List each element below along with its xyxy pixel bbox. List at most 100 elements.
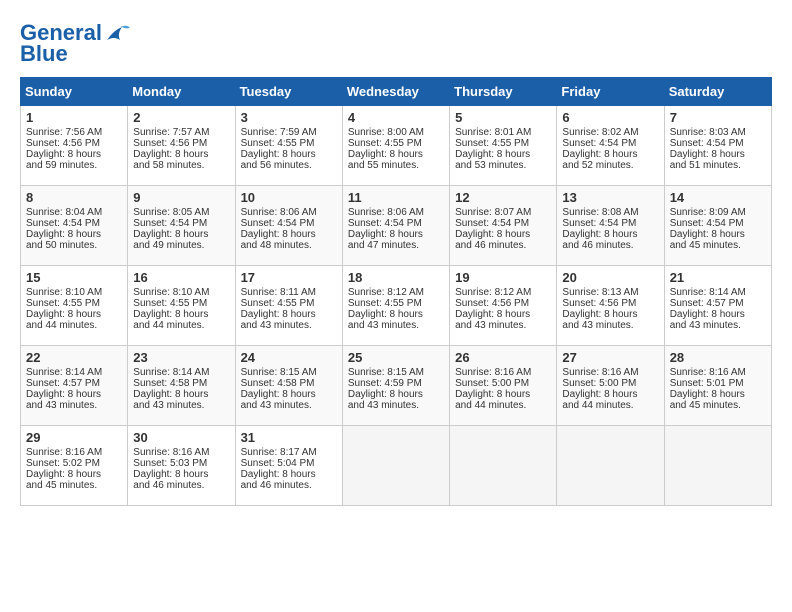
day-info: and 43 minutes. bbox=[26, 400, 122, 411]
day-info: Daylight: 8 hours bbox=[562, 229, 658, 240]
day-info: Sunset: 4:54 PM bbox=[348, 218, 444, 229]
calendar-cell bbox=[557, 426, 664, 506]
day-info: Daylight: 8 hours bbox=[26, 469, 122, 480]
day-info: Daylight: 8 hours bbox=[133, 309, 229, 320]
day-info: Daylight: 8 hours bbox=[562, 389, 658, 400]
day-info: Sunrise: 8:09 AM bbox=[670, 207, 766, 218]
day-info: and 46 minutes. bbox=[133, 480, 229, 491]
day-info: Daylight: 8 hours bbox=[670, 229, 766, 240]
logo: General Blue bbox=[20, 20, 132, 67]
day-number: 3 bbox=[241, 110, 337, 125]
calendar-cell: 22Sunrise: 8:14 AMSunset: 4:57 PMDayligh… bbox=[21, 346, 128, 426]
day-info: and 46 minutes. bbox=[241, 480, 337, 491]
day-number: 26 bbox=[455, 350, 551, 365]
day-info: Sunrise: 8:14 AM bbox=[26, 367, 122, 378]
day-info: and 44 minutes. bbox=[26, 320, 122, 331]
day-info: Sunrise: 7:59 AM bbox=[241, 127, 337, 138]
calendar-cell: 10Sunrise: 8:06 AMSunset: 4:54 PMDayligh… bbox=[235, 186, 342, 266]
calendar-cell: 30Sunrise: 8:16 AMSunset: 5:03 PMDayligh… bbox=[128, 426, 235, 506]
day-number: 2 bbox=[133, 110, 229, 125]
calendar-cell: 13Sunrise: 8:08 AMSunset: 4:54 PMDayligh… bbox=[557, 186, 664, 266]
calendar-cell bbox=[342, 426, 449, 506]
day-info: and 58 minutes. bbox=[133, 160, 229, 171]
day-info: Daylight: 8 hours bbox=[455, 229, 551, 240]
day-info: Sunset: 4:56 PM bbox=[455, 298, 551, 309]
day-info: Sunrise: 8:15 AM bbox=[241, 367, 337, 378]
day-number: 29 bbox=[26, 430, 122, 445]
day-info: Sunset: 4:55 PM bbox=[241, 298, 337, 309]
day-info: and 55 minutes. bbox=[348, 160, 444, 171]
day-number: 22 bbox=[26, 350, 122, 365]
calendar-cell: 29Sunrise: 8:16 AMSunset: 5:02 PMDayligh… bbox=[21, 426, 128, 506]
day-info: Sunset: 4:57 PM bbox=[670, 298, 766, 309]
day-info: Sunset: 4:54 PM bbox=[241, 218, 337, 229]
calendar-cell: 8Sunrise: 8:04 AMSunset: 4:54 PMDaylight… bbox=[21, 186, 128, 266]
calendar-week-3: 15Sunrise: 8:10 AMSunset: 4:55 PMDayligh… bbox=[21, 266, 772, 346]
day-info: Sunset: 4:59 PM bbox=[348, 378, 444, 389]
day-number: 25 bbox=[348, 350, 444, 365]
day-info: Sunset: 4:55 PM bbox=[241, 138, 337, 149]
day-info: Daylight: 8 hours bbox=[670, 309, 766, 320]
calendar-week-2: 8Sunrise: 8:04 AMSunset: 4:54 PMDaylight… bbox=[21, 186, 772, 266]
day-info: and 46 minutes. bbox=[455, 240, 551, 251]
day-info: Sunrise: 8:14 AM bbox=[133, 367, 229, 378]
calendar-cell: 16Sunrise: 8:10 AMSunset: 4:55 PMDayligh… bbox=[128, 266, 235, 346]
day-info: Sunrise: 8:07 AM bbox=[455, 207, 551, 218]
day-info: Sunrise: 8:02 AM bbox=[562, 127, 658, 138]
calendar-week-1: 1Sunrise: 7:56 AMSunset: 4:56 PMDaylight… bbox=[21, 106, 772, 186]
day-info: and 50 minutes. bbox=[26, 240, 122, 251]
day-info: and 45 minutes. bbox=[26, 480, 122, 491]
calendar-cell: 14Sunrise: 8:09 AMSunset: 4:54 PMDayligh… bbox=[664, 186, 771, 266]
day-info: Sunrise: 8:15 AM bbox=[348, 367, 444, 378]
weekday-friday: Friday bbox=[557, 78, 664, 106]
day-info: and 46 minutes. bbox=[562, 240, 658, 251]
calendar-cell: 4Sunrise: 8:00 AMSunset: 4:55 PMDaylight… bbox=[342, 106, 449, 186]
calendar-cell: 21Sunrise: 8:14 AMSunset: 4:57 PMDayligh… bbox=[664, 266, 771, 346]
day-info: and 51 minutes. bbox=[670, 160, 766, 171]
day-info: Daylight: 8 hours bbox=[455, 389, 551, 400]
day-info: Sunrise: 8:06 AM bbox=[348, 207, 444, 218]
day-info: Sunrise: 8:00 AM bbox=[348, 127, 444, 138]
day-info: Daylight: 8 hours bbox=[26, 309, 122, 320]
day-info: Daylight: 8 hours bbox=[455, 309, 551, 320]
day-number: 21 bbox=[670, 270, 766, 285]
day-info: Sunrise: 8:16 AM bbox=[133, 447, 229, 458]
day-number: 12 bbox=[455, 190, 551, 205]
day-info: Daylight: 8 hours bbox=[26, 229, 122, 240]
calendar-cell: 12Sunrise: 8:07 AMSunset: 4:54 PMDayligh… bbox=[450, 186, 557, 266]
day-info: Daylight: 8 hours bbox=[562, 149, 658, 160]
day-number: 18 bbox=[348, 270, 444, 285]
day-number: 5 bbox=[455, 110, 551, 125]
day-info: and 56 minutes. bbox=[241, 160, 337, 171]
day-info: Sunrise: 8:10 AM bbox=[26, 287, 122, 298]
day-info: and 43 minutes. bbox=[562, 320, 658, 331]
day-info: and 44 minutes. bbox=[133, 320, 229, 331]
day-info: Sunset: 5:01 PM bbox=[670, 378, 766, 389]
day-number: 19 bbox=[455, 270, 551, 285]
day-info: Daylight: 8 hours bbox=[133, 469, 229, 480]
day-info: Sunset: 4:54 PM bbox=[670, 138, 766, 149]
day-info: and 43 minutes. bbox=[455, 320, 551, 331]
day-info: Sunset: 4:55 PM bbox=[348, 298, 444, 309]
day-info: Sunrise: 8:11 AM bbox=[241, 287, 337, 298]
weekday-monday: Monday bbox=[128, 78, 235, 106]
day-info: Sunset: 4:57 PM bbox=[26, 378, 122, 389]
day-info: Sunset: 4:55 PM bbox=[348, 138, 444, 149]
calendar-cell: 27Sunrise: 8:16 AMSunset: 5:00 PMDayligh… bbox=[557, 346, 664, 426]
calendar-cell: 26Sunrise: 8:16 AMSunset: 5:00 PMDayligh… bbox=[450, 346, 557, 426]
day-info: Sunset: 4:55 PM bbox=[26, 298, 122, 309]
day-info: Daylight: 8 hours bbox=[241, 469, 337, 480]
calendar-cell: 31Sunrise: 8:17 AMSunset: 5:04 PMDayligh… bbox=[235, 426, 342, 506]
calendar-cell: 25Sunrise: 8:15 AMSunset: 4:59 PMDayligh… bbox=[342, 346, 449, 426]
day-info: Sunrise: 8:04 AM bbox=[26, 207, 122, 218]
calendar-cell bbox=[664, 426, 771, 506]
day-info: and 44 minutes. bbox=[562, 400, 658, 411]
day-info: and 53 minutes. bbox=[455, 160, 551, 171]
calendar-cell: 15Sunrise: 8:10 AMSunset: 4:55 PMDayligh… bbox=[21, 266, 128, 346]
calendar-cell: 3Sunrise: 7:59 AMSunset: 4:55 PMDaylight… bbox=[235, 106, 342, 186]
day-info: Sunrise: 8:13 AM bbox=[562, 287, 658, 298]
day-info: Sunset: 4:56 PM bbox=[562, 298, 658, 309]
calendar-cell: 5Sunrise: 8:01 AMSunset: 4:55 PMDaylight… bbox=[450, 106, 557, 186]
day-info: and 43 minutes. bbox=[670, 320, 766, 331]
weekday-sunday: Sunday bbox=[21, 78, 128, 106]
